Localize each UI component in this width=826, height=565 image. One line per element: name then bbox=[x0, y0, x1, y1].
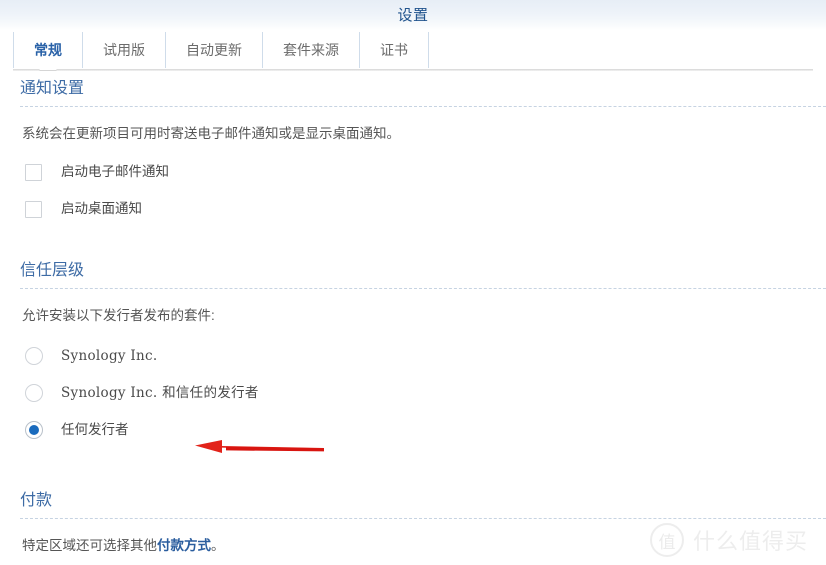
section-title-notification: 通知设置 bbox=[20, 78, 826, 106]
tab-4[interactable]: 证书 bbox=[359, 32, 429, 68]
section-notification-settings: 通知设置 系统会在更新项目可用时寄送电子邮件通知或是显示桌面通知。 启动电子邮件… bbox=[0, 78, 826, 220]
radio-label-synology-only: Synology Inc. bbox=[61, 347, 157, 365]
trust-level-description: 允许安装以下发行者发布的套件: bbox=[22, 307, 826, 325]
section-title-payment: 付款 bbox=[20, 490, 826, 518]
tab-label: 常规 bbox=[34, 40, 62, 60]
site-watermark: 值 什么值得买 bbox=[650, 523, 808, 557]
radio-row-synology-and-trusted[interactable]: Synology Inc. 和信任的发行者 bbox=[25, 381, 826, 405]
enable-desktop-notification-label: 启动桌面通知 bbox=[61, 200, 142, 218]
settings-window: 设置 常规 试用版 自动更新 套件来源 证书 通知设置 系统会在更新项目可用时寄送电子邮… bbox=[0, 0, 826, 565]
window-titlebar: 设置 bbox=[0, 0, 826, 30]
enable-desktop-notification-checkbox[interactable] bbox=[25, 201, 42, 218]
radio-label-synology-and-trusted: Synology Inc. 和信任的发行者 bbox=[61, 384, 259, 402]
section-divider-trust-level bbox=[20, 288, 826, 289]
section-trust-level: 信任层级 允许安装以下发行者发布的套件: Synology Inc. Synol… bbox=[0, 260, 826, 442]
notification-description: 系统会在更新项目可用时寄送电子邮件通知或是显示桌面通知。 bbox=[22, 125, 826, 143]
radio-row-any-publisher[interactable]: 任何发行者 bbox=[25, 418, 826, 442]
checkbox-row-email[interactable]: 启动电子邮件通知 bbox=[25, 161, 826, 183]
tab-3[interactable]: 套件来源 bbox=[262, 32, 359, 68]
tab-label: 套件来源 bbox=[283, 40, 339, 60]
radio-synology-and-trusted[interactable] bbox=[25, 384, 43, 402]
payment-description-prefix: 特定区域还可选择其他 bbox=[22, 538, 157, 553]
section-title-trust-level: 信任层级 bbox=[20, 260, 826, 288]
settings-content: 通知设置 系统会在更新项目可用时寄送电子邮件通知或是显示桌面通知。 启动电子邮件… bbox=[0, 72, 826, 565]
payment-description-suffix: 。 bbox=[211, 538, 225, 553]
active-tab-indicator bbox=[39, 62, 57, 70]
radio-row-synology-only[interactable]: Synology Inc. bbox=[25, 344, 826, 368]
section-divider-notification bbox=[20, 106, 826, 107]
section-divider-payment bbox=[20, 518, 826, 519]
tab-1[interactable]: 试用版 bbox=[82, 32, 165, 68]
tab-list: 常规 试用版 自动更新 套件来源 证书 bbox=[13, 32, 429, 68]
watermark-badge-icon: 值 bbox=[650, 523, 684, 557]
tab-label: 自动更新 bbox=[186, 40, 242, 60]
tab-2[interactable]: 自动更新 bbox=[165, 32, 262, 68]
checkbox-row-desktop[interactable]: 启动桌面通知 bbox=[25, 198, 826, 220]
radio-label-any-publisher: 任何发行者 bbox=[61, 421, 129, 439]
radio-synology-only[interactable] bbox=[25, 347, 43, 365]
tab-label: 试用版 bbox=[103, 40, 145, 60]
tab-bar: 常规 试用版 自动更新 套件来源 证书 bbox=[0, 30, 826, 70]
watermark-text: 什么值得买 bbox=[693, 524, 808, 556]
enable-email-notification-label: 启动电子邮件通知 bbox=[61, 163, 169, 181]
radio-any-publisher[interactable] bbox=[25, 421, 43, 439]
payment-method-link[interactable]: 付款方式 bbox=[157, 538, 211, 553]
page-title: 设置 bbox=[0, 4, 826, 25]
enable-email-notification-checkbox[interactable] bbox=[25, 164, 42, 181]
tab-label: 证书 bbox=[380, 40, 408, 60]
tab-bar-underline bbox=[13, 69, 813, 71]
